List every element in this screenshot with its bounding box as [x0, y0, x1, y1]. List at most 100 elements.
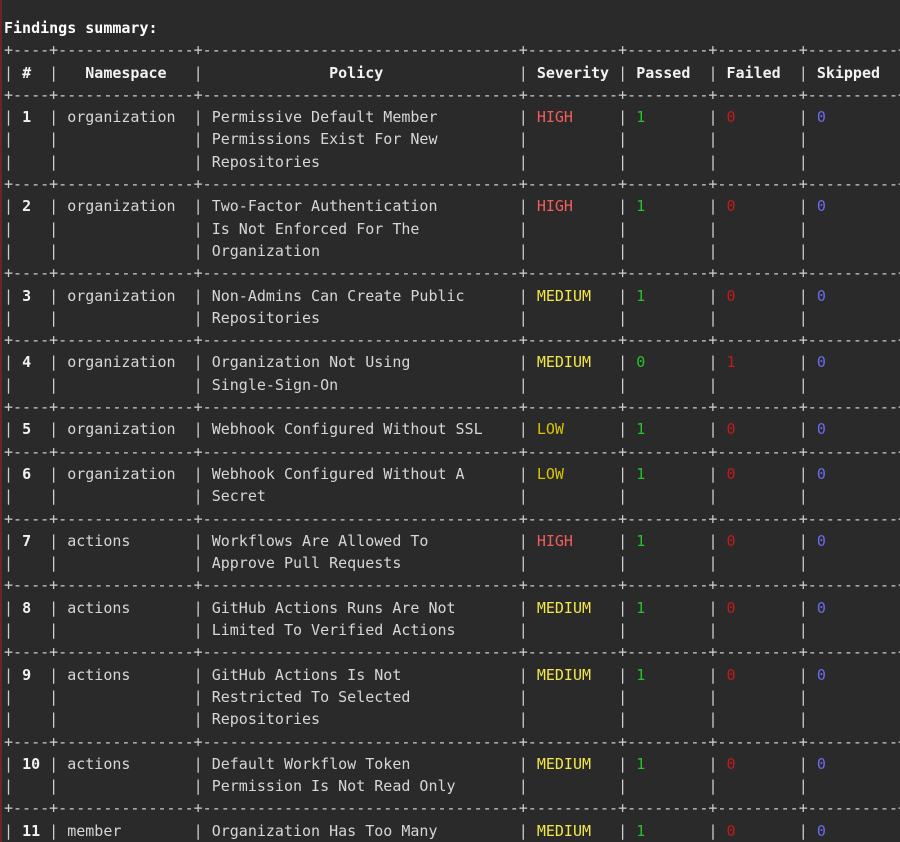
- cell-divider: |: [193, 353, 203, 372]
- table-row: | | | Limited To Verified Actions | | | …: [4, 619, 900, 641]
- cell-divider: |: [49, 464, 59, 483]
- cell-divider: |: [49, 554, 59, 573]
- cell-divider: |: [708, 554, 718, 573]
- cell-divider: |: [518, 621, 528, 640]
- cell-divider: |: [518, 710, 528, 729]
- policy-cell: Repositories: [211, 152, 321, 171]
- cell-divider: |: [798, 197, 808, 216]
- table-border: +----+---------------+------------------…: [4, 329, 900, 351]
- cell-divider: |: [798, 63, 808, 82]
- table-row: | | | Repositories | | | | |: [4, 151, 900, 173]
- table-row: | | | Repositories | | | | |: [4, 307, 900, 329]
- cell-divider: |: [518, 197, 528, 216]
- table-row: | 3 | organization | Non-Admins Can Crea…: [4, 285, 900, 307]
- cell-divider: |: [49, 152, 59, 171]
- failed-cell: 0: [726, 531, 736, 550]
- column-header-num: #: [22, 63, 32, 82]
- cell-divider: |: [798, 621, 808, 640]
- cell-divider: |: [49, 420, 59, 439]
- table-row: | | | Permissions Exist For New | | | | …: [4, 128, 900, 150]
- cell-divider: |: [708, 665, 718, 684]
- row-number: 11: [22, 821, 41, 840]
- cell-divider: |: [49, 598, 59, 617]
- failed-cell: 0: [726, 108, 736, 127]
- cell-divider: |: [4, 687, 14, 706]
- cell-divider: |: [4, 420, 14, 439]
- cell-divider: |: [708, 152, 718, 171]
- cell-divider: |: [798, 554, 808, 573]
- cell-divider: |: [798, 219, 808, 238]
- cell-divider: |: [193, 821, 203, 840]
- cell-divider: |: [708, 598, 718, 617]
- namespace-cell: organization: [67, 286, 176, 305]
- cell-divider: |: [193, 487, 203, 506]
- cell-divider: |: [4, 710, 14, 729]
- table-row: | 10 | actions | Default Workflow Token …: [4, 753, 900, 775]
- passed-cell: 1: [636, 197, 646, 216]
- skipped-cell: 0: [816, 197, 826, 216]
- severity-cell: HIGH: [536, 197, 573, 216]
- cell-divider: |: [4, 241, 14, 260]
- cell-divider: |: [49, 487, 59, 506]
- row-number: 9: [22, 665, 32, 684]
- cell-divider: |: [4, 464, 14, 483]
- table-row: | | | Repositories | | | | |: [4, 708, 900, 730]
- cell-divider: |: [193, 197, 203, 216]
- policy-cell: Is Not Enforced For The: [211, 219, 420, 238]
- failed-cell: 0: [726, 464, 736, 483]
- policy-cell: GitHub Actions Is Not: [211, 665, 402, 684]
- cell-divider: |: [618, 63, 628, 82]
- terminal-window: Findings summary: +----+---------------+-…: [0, 0, 900, 842]
- column-header-passed: Passed: [636, 63, 691, 82]
- cell-divider: |: [798, 777, 808, 796]
- cell-divider: |: [518, 152, 528, 171]
- cell-divider: |: [798, 375, 808, 394]
- cell-divider: |: [798, 308, 808, 327]
- cell-divider: |: [518, 353, 528, 372]
- cell-divider: |: [708, 487, 718, 506]
- policy-cell: Secret: [211, 487, 266, 506]
- severity-cell: MEDIUM: [536, 286, 592, 305]
- row-number: 10: [22, 754, 41, 773]
- policy-cell: Organization Has Too Many: [211, 821, 438, 840]
- border-rule: +----+---------------+------------------…: [4, 442, 900, 461]
- cell-divider: |: [193, 598, 203, 617]
- skipped-cell: 0: [816, 464, 826, 483]
- failed-cell: 0: [726, 821, 736, 840]
- passed-cell: 1: [636, 531, 646, 550]
- passed-cell: 1: [636, 286, 646, 305]
- cell-divider: |: [518, 665, 528, 684]
- cell-divider: |: [4, 754, 14, 773]
- cell-divider: |: [708, 710, 718, 729]
- policy-cell: Single-Sign-On: [211, 375, 339, 394]
- severity-cell: MEDIUM: [536, 665, 592, 684]
- column-header-severity: Severity: [536, 63, 610, 82]
- cell-divider: |: [708, 241, 718, 260]
- skipped-cell: 0: [816, 598, 826, 617]
- cell-divider: |: [798, 353, 808, 372]
- policy-cell: Repositories: [211, 308, 321, 327]
- cell-divider: |: [4, 375, 14, 394]
- cell-divider: |: [518, 420, 528, 439]
- cell-divider: |: [49, 754, 59, 773]
- cell-divider: |: [798, 821, 808, 840]
- cell-divider: |: [193, 130, 203, 149]
- cell-divider: |: [4, 554, 14, 573]
- cell-divider: |: [618, 308, 628, 327]
- cell-divider: |: [618, 219, 628, 238]
- column-header-policy: Policy: [329, 63, 384, 82]
- cell-divider: |: [618, 665, 628, 684]
- policy-cell: GitHub Actions Runs Are Not: [211, 598, 456, 617]
- cell-divider: |: [518, 375, 528, 394]
- table-row: | 4 | organization | Organization Not Us…: [4, 351, 900, 373]
- cell-divider: |: [4, 286, 14, 305]
- cell-divider: |: [708, 63, 718, 82]
- row-number: 2: [22, 197, 32, 216]
- cell-divider: |: [618, 821, 628, 840]
- cell-divider: |: [4, 308, 14, 327]
- failed-cell: 1: [726, 353, 736, 372]
- cell-divider: |: [618, 286, 628, 305]
- cell-divider: |: [518, 464, 528, 483]
- table-row: | 7 | actions | Workflows Are Allowed To…: [4, 530, 900, 552]
- severity-cell: HIGH: [536, 108, 573, 127]
